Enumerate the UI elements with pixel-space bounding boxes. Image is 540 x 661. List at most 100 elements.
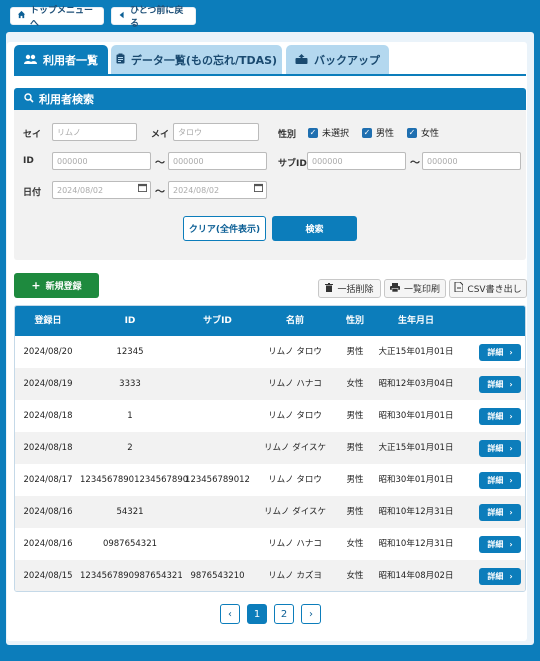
subid-to-input[interactable]	[422, 152, 521, 170]
gender-unselected-checkbox[interactable]: ✓ 未選択	[308, 126, 349, 139]
trash-icon	[325, 282, 334, 295]
cell-name: リムノ タロウ	[268, 347, 322, 357]
sei-input[interactable]	[52, 123, 137, 141]
id-label: ID	[23, 156, 34, 166]
top-menu-label: トップメニューへ	[30, 6, 94, 29]
prev-page-button[interactable]: ‹	[220, 604, 240, 624]
detail-label: 詳細	[487, 476, 504, 485]
cell-birthdate: 昭和10年12月31日	[378, 539, 454, 549]
plus-icon: +	[31, 279, 41, 292]
check-icon: ✓	[407, 127, 417, 138]
checkbox-label: 未選択	[322, 129, 350, 139]
cell-date: 2024/08/20	[23, 347, 73, 357]
cell-name: リムノ ハナコ	[268, 539, 322, 549]
cell-id: 54321	[116, 507, 144, 517]
top-menu-button[interactable]: トップメニューへ	[10, 6, 104, 29]
table-row: 2024/08/18 1 リムノ タロウ 男性 昭和30年01月01日 詳細 ›	[15, 400, 525, 432]
detail-button[interactable]: 詳細 ›	[479, 344, 521, 361]
cell-subid: 123456789012	[185, 475, 250, 485]
calendar-icon[interactable]	[138, 183, 147, 195]
detail-button[interactable]: 詳細 ›	[479, 472, 521, 489]
cell-id: 3333	[119, 379, 141, 389]
detail-button[interactable]: 詳細 ›	[479, 408, 521, 425]
table-row: 2024/08/16 0987654321 リムノ ハナコ 女性 昭和10年12月31日…	[15, 528, 525, 560]
cell-date: 2024/08/19	[23, 379, 73, 389]
detail-label: 詳細	[487, 540, 504, 549]
mei-input[interactable]	[173, 123, 259, 141]
cell-subid	[180, 432, 255, 464]
tab-label: データ一覧(もの忘れ/TDAS)	[130, 54, 278, 67]
tab-backup[interactable]: バックアップ	[286, 45, 389, 75]
table-row: 2024/08/20 12345 リムノ タロウ 男性 大正15年01月01日 詳細 ›	[15, 336, 525, 368]
new-register-label: 新規登録	[45, 282, 82, 292]
gender-female-checkbox[interactable]: ✓ 女性	[407, 126, 439, 139]
page-2-button[interactable]: 2	[274, 604, 294, 624]
detail-button[interactable]: 詳細 ›	[479, 536, 521, 553]
date-from-input[interactable]	[52, 181, 151, 199]
tab-label: バックアップ	[314, 54, 380, 67]
detail-label: 詳細	[487, 412, 504, 421]
chevron-right-icon: ›	[509, 380, 513, 389]
cell-birthdate: 昭和10年12月31日	[378, 507, 454, 517]
date-label: 日付	[23, 188, 42, 198]
back-button[interactable]: ひとつ前に戻る	[111, 6, 196, 29]
cell-id: 2	[127, 443, 133, 453]
detail-button[interactable]: 詳細 ›	[479, 568, 521, 585]
print-list-label: 一覧印刷	[403, 285, 440, 295]
tab-label: 利用者一覧	[43, 54, 98, 67]
table-row: 2024/08/15 1234567890987654321 9876543210 リ…	[15, 560, 525, 591]
calendar-icon[interactable]	[254, 183, 263, 195]
clipboard-icon	[116, 53, 125, 67]
cell-date: 2024/08/16	[23, 539, 73, 549]
detail-button[interactable]: 詳細 ›	[479, 376, 521, 393]
next-page-button[interactable]: ›	[301, 604, 321, 624]
tab-data-list[interactable]: データ一覧(もの忘れ/TDAS)	[111, 45, 282, 75]
tab-user-list[interactable]: 利用者一覧	[14, 45, 108, 75]
detail-label: 詳細	[487, 444, 504, 453]
chevron-right-icon: ›	[509, 508, 513, 517]
csv-export-label: CSV書き出し	[467, 285, 522, 295]
cell-id: 1	[127, 411, 133, 421]
table-row: 2024/08/18 2 リムノ ダイスケ 男性 大正15年01月01日 詳細 ›	[15, 432, 525, 464]
cell-name: リムノ ハナコ	[268, 379, 322, 389]
home-icon	[17, 10, 26, 22]
search-button[interactable]: 検索	[272, 216, 357, 241]
gender-male-checkbox[interactable]: ✓ 男性	[362, 126, 394, 139]
id-from-input[interactable]	[52, 152, 151, 170]
backup-icon	[295, 53, 308, 67]
cell-gender: 女性	[346, 379, 364, 389]
sei-label: セイ	[23, 130, 42, 140]
detail-button[interactable]: 詳細 ›	[479, 504, 521, 521]
table-row: 2024/08/16 54321 リムノ ダイスケ 男性 昭和10年12月31日 詳細 ›	[15, 496, 525, 528]
caret-left-icon	[118, 11, 126, 22]
header-date: 登録日	[34, 316, 62, 326]
detail-label: 詳細	[487, 380, 504, 389]
csv-export-button[interactable]: CSV書き出し	[449, 279, 527, 298]
print-list-button[interactable]: 一覧印刷	[384, 279, 446, 298]
detail-label: 詳細	[487, 572, 504, 581]
cell-gender: 女性	[346, 571, 364, 581]
bulk-delete-button[interactable]: 一括削除	[318, 279, 381, 298]
detail-button[interactable]: 詳細 ›	[479, 440, 521, 457]
id-to-input[interactable]	[168, 152, 267, 170]
new-register-button[interactable]: + 新規登録	[14, 273, 99, 298]
cell-gender: 男性	[346, 475, 364, 485]
cell-gender: 男性	[346, 507, 364, 517]
cell-id: 12345	[116, 347, 144, 357]
clear-button[interactable]: クリア(全件表示)	[183, 216, 266, 241]
date-to-input[interactable]	[168, 181, 267, 199]
cell-name: リムノ タロウ	[268, 475, 322, 485]
date-range-tilde: 〜	[155, 187, 165, 198]
export-file-icon	[454, 281, 464, 295]
back-label: ひとつ前に戻る	[130, 6, 184, 29]
page-1-button[interactable]: 1	[247, 604, 267, 624]
gender-label: 性別	[278, 130, 297, 140]
cell-subid	[180, 400, 255, 432]
table-header: 登録日 ID サブID 名前 性別 生年月日	[15, 306, 525, 336]
chevron-right-icon: ›	[509, 444, 513, 453]
cell-gender: 男性	[346, 411, 364, 421]
subid-from-input[interactable]	[307, 152, 406, 170]
chevron-right-icon: ›	[509, 412, 513, 421]
cell-id: 12345678901234567890	[80, 475, 189, 485]
cell-birthdate: 大正15年01月01日	[378, 443, 454, 453]
